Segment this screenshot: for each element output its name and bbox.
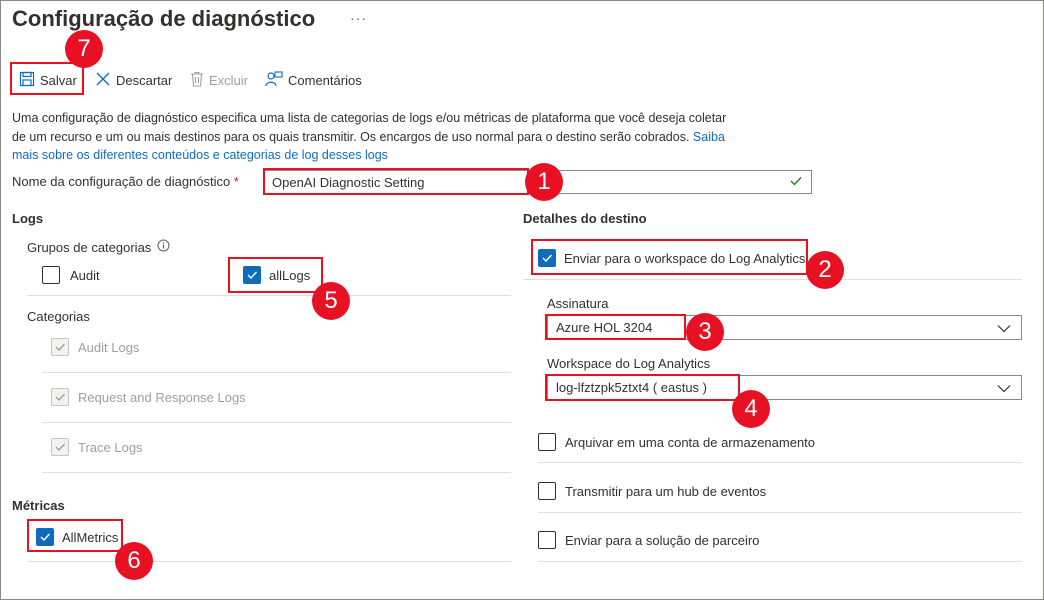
trace-logs-checkbox[interactable]: Trace Logs: [51, 438, 143, 456]
annotation-highlight-log-analytics: [531, 239, 808, 275]
delete-label: Excluir: [209, 72, 249, 88]
event-hub-checkbox[interactable]: Transmitir para um hub de eventos: [538, 482, 766, 500]
annotation-badge-7: 7: [65, 30, 103, 68]
partner-solution-label: Enviar para a solução de parceiro: [565, 532, 760, 548]
annotation-badge-6: 6: [115, 542, 153, 580]
checkbox-box[interactable]: [51, 338, 69, 356]
checkbox-box[interactable]: [51, 438, 69, 456]
feedback-icon: [265, 70, 283, 90]
required-mark: *: [233, 174, 239, 189]
chevron-down-icon: [997, 320, 1011, 335]
audit-logs-label: Audit Logs: [78, 339, 140, 355]
destination-heading: Detalhes do destino: [523, 211, 647, 226]
chevron-down-icon: [997, 380, 1011, 395]
logs-heading: Logs: [12, 211, 44, 226]
divider: [538, 561, 1022, 562]
feedback-label: Comentários: [288, 72, 362, 88]
setting-name-label-text: Nome da configuração de diagnóstico: [12, 174, 231, 189]
setting-name-label: Nome da configuração de diagnóstico *: [12, 174, 239, 189]
divider: [538, 512, 1022, 513]
annotation-highlight-subscription: [545, 314, 686, 340]
divider: [523, 279, 1022, 280]
divider: [42, 422, 511, 423]
audit-logs-checkbox[interactable]: Audit Logs: [51, 338, 139, 356]
audit-group-checkbox[interactable]: Audit: [42, 266, 100, 284]
discard-label: Descartar: [116, 72, 173, 88]
checkbox-box[interactable]: [51, 388, 69, 406]
check-icon: [55, 443, 65, 451]
trace-logs-label: Trace Logs: [78, 439, 143, 455]
category-groups-text: Grupos de categorias: [27, 239, 152, 255]
checkbox-box[interactable]: [538, 482, 556, 500]
check-icon: [55, 393, 65, 401]
metrics-heading: Métricas: [12, 498, 65, 513]
checkbox-box[interactable]: [42, 266, 60, 284]
subscription-label: Assinatura: [547, 296, 609, 311]
check-icon: [55, 343, 65, 351]
divider: [27, 561, 511, 562]
annotation-highlight-allmetrics: [27, 519, 123, 552]
divider: [538, 462, 1022, 463]
categories-label: Categorias: [27, 309, 90, 324]
checkbox-box[interactable]: [538, 433, 556, 451]
partner-solution-checkbox[interactable]: Enviar para a solução de parceiro: [538, 531, 759, 549]
annotation-badge-4: 4: [732, 390, 770, 428]
feedback-button[interactable]: Comentários: [265, 66, 362, 94]
trash-icon: [190, 71, 204, 90]
close-icon: [95, 71, 111, 90]
audit-group-label: Audit: [70, 267, 100, 283]
annotation-badge-5: 5: [312, 282, 350, 320]
request-response-logs-checkbox[interactable]: Request and Response Logs: [51, 388, 246, 406]
category-groups-label: Grupos de categorias: [27, 239, 170, 255]
info-icon: [157, 239, 170, 255]
annotation-highlight-name: [263, 168, 529, 195]
annotation-badge-1: 1: [525, 163, 563, 201]
divider: [42, 472, 511, 473]
page-title: Configuração de diagnóstico: [12, 6, 316, 31]
checkmark-icon: [789, 174, 803, 191]
annotation-badge-3: 3: [686, 313, 724, 351]
event-hub-label: Transmitir para um hub de eventos: [565, 483, 767, 499]
delete-button[interactable]: Excluir: [190, 66, 248, 94]
archive-storage-checkbox[interactable]: Arquivar em uma conta de armazenamento: [538, 433, 815, 451]
annotation-highlight-save: [10, 62, 84, 95]
checkbox-box[interactable]: [538, 531, 556, 549]
divider: [42, 372, 511, 373]
annotation-highlight-alllogs: [228, 257, 323, 293]
description: Uma configuração de diagnóstico especifi…: [12, 109, 732, 165]
request-response-logs-label: Request and Response Logs: [78, 389, 246, 405]
annotation-highlight-workspace: [545, 374, 740, 401]
discard-button[interactable]: Descartar: [95, 66, 172, 94]
archive-storage-label: Arquivar em uma conta de armazenamento: [565, 434, 816, 450]
description-text: Uma configuração de diagnóstico especifi…: [12, 111, 727, 144]
more-options-button[interactable]: ···: [350, 10, 367, 26]
workspace-label: Workspace do Log Analytics: [547, 356, 711, 371]
divider: [27, 295, 511, 296]
annotation-badge-2: 2: [806, 251, 844, 289]
